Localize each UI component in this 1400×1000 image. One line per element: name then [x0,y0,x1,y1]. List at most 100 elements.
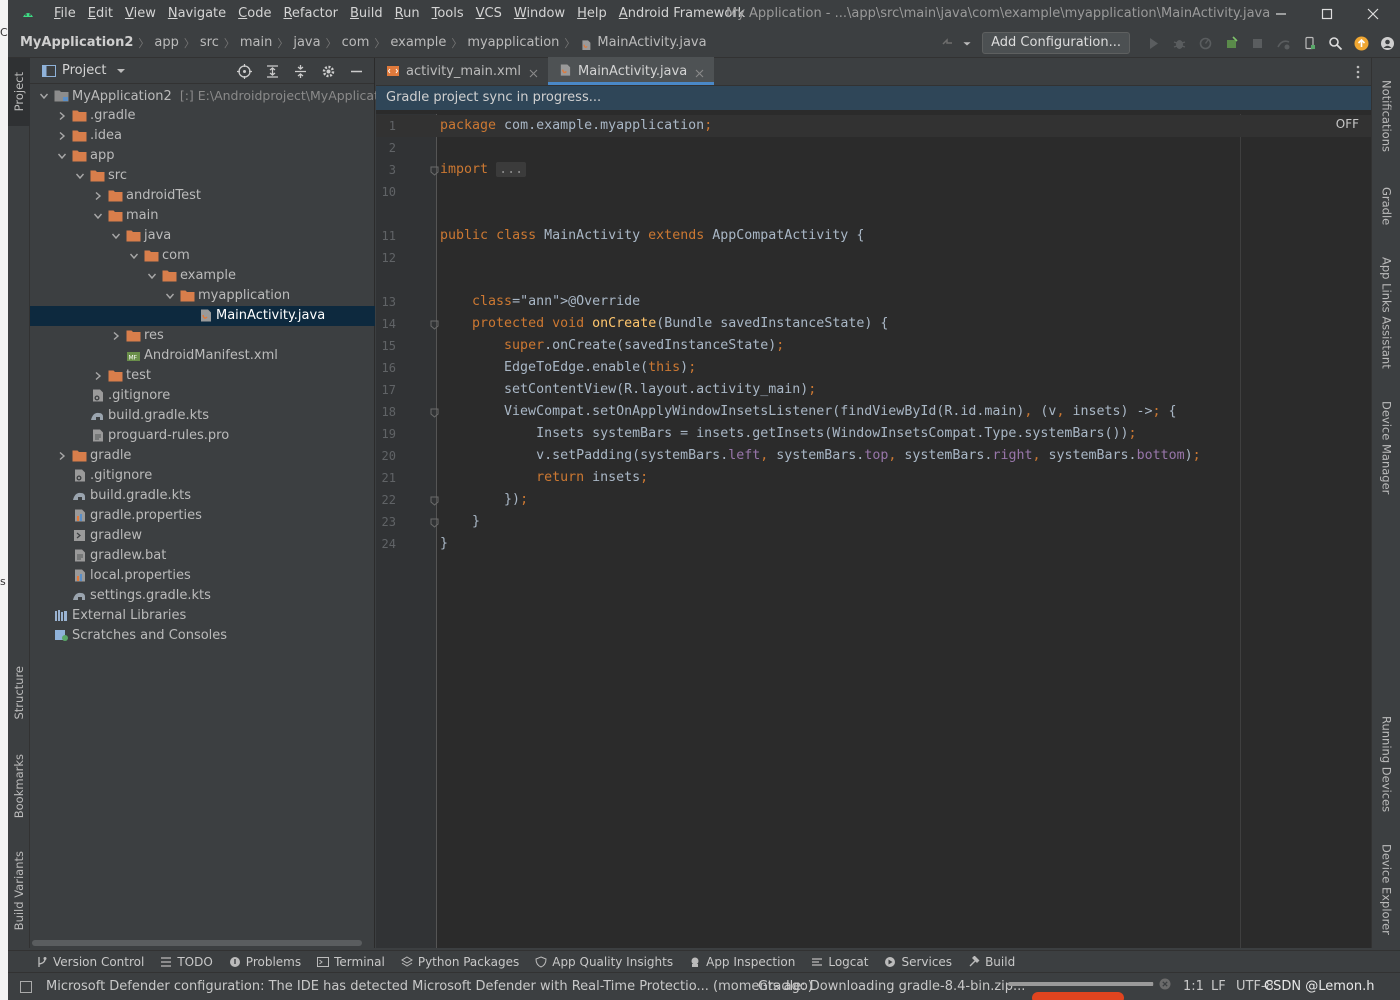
chevron-right-icon[interactable] [56,110,68,122]
background-task-label[interactable]: Gradle: Downloading gradle-8.4-bin.zip..… [758,979,1025,994]
add-configuration-button[interactable]: Add Configuration... [982,32,1130,54]
maximize-button[interactable] [1304,0,1350,28]
code-line[interactable]: 15 super.onCreate(savedInstanceState); [376,335,1371,357]
menu-vcs[interactable]: VCS [470,0,508,28]
chevron-down-icon[interactable] [92,210,104,222]
tree-row[interactable]: MF AndroidManifest.xml [30,346,375,366]
tree-row[interactable]: gradlew [30,526,375,546]
tree-row[interactable]: java [30,226,375,246]
code-line[interactable]: 16 EdgeToEdge.enable(this); [376,357,1371,379]
notifications-tool-tab[interactable]: Notifications [1372,66,1400,166]
fold-marker-icon[interactable] [430,319,439,330]
code-line[interactable]: 19 Insets systemBars = insets.getInsets(… [376,423,1371,445]
tree-row[interactable]: .idea [30,126,375,146]
code-line[interactable]: 2 [376,137,1371,159]
breadcrumb-item[interactable]: example [390,35,446,50]
tool-python-packages[interactable]: Python Packages [400,955,519,969]
device-manager-tool-tab[interactable]: Device Manager [1372,393,1400,503]
menu-edit[interactable]: Edit [82,0,119,28]
code-line[interactable]: 13 class="ann">@Override [376,291,1371,313]
breadcrumb-item[interactable]: java [293,35,320,50]
device-manager-icon[interactable] [1297,31,1321,55]
tree-row[interactable]: src [30,166,375,186]
breadcrumb-item[interactable]: MainActivity.java [597,35,706,50]
close-window-button[interactable] [1350,0,1396,28]
tree-row[interactable]: com [30,246,375,266]
project-view-selector[interactable]: Project [62,63,106,78]
tool-todo[interactable]: TODO [160,955,213,969]
menu-navigate[interactable]: Navigate [162,0,232,28]
gear-icon[interactable] [315,59,341,83]
line-separator[interactable]: LF [1211,979,1226,994]
tree-row[interactable]: MainActivity.java [30,306,375,326]
inlay-hints-toggle[interactable]: OFF [1336,117,1359,131]
select-opened-file-icon[interactable] [231,59,257,83]
chevron-right-icon[interactable] [110,330,122,342]
more-options-icon[interactable] [1353,64,1363,80]
structure-tool-tab[interactable]: Structure [8,658,30,728]
chevron-down-icon[interactable] [56,150,68,162]
code-line[interactable]: 12 [376,247,1371,269]
menu-refactor[interactable]: Refactor [277,0,344,28]
app-links-assistant-tool-tab[interactable]: App Links Assistant [1372,250,1400,375]
code-line[interactable]: 24} [376,533,1371,555]
code-line[interactable]: 23 } [376,511,1371,533]
stop-icon[interactable] [1245,31,1269,55]
tree-row[interactable]: main [30,206,375,226]
tree-row[interactable]: External Libraries [30,606,375,626]
bookmarks-tool-tab[interactable]: Bookmarks [8,746,30,826]
hide-panel-icon[interactable] [343,59,369,83]
tree-row[interactable]: res [30,326,375,346]
tree-row[interactable]: .gitignore [30,386,375,406]
tool-windows-toggle-icon[interactable] [20,980,32,993]
device-explorer-tool-tab[interactable]: Device Explorer [1372,838,1400,940]
menu-view[interactable]: View [119,0,162,28]
tree-row[interactable]: MyApplication2 [:] E:\Androidproject\MyAp… [30,86,398,106]
chevron-down-icon[interactable] [961,31,973,55]
fold-marker-icon[interactable] [430,517,439,528]
code-line[interactable]: 14 protected void onCreate(Bundle savedI… [376,313,1371,335]
code-editor[interactable]: 1 package com.example.myapplication; 2 3 imp… [376,114,1371,948]
chevron-right-icon[interactable] [92,370,104,382]
tree-row[interactable]: local.properties [30,566,375,586]
chevron-down-icon[interactable] [110,230,122,242]
editor-tab[interactable]: activity_main.xml [376,57,548,85]
tree-row[interactable]: settings.gradle.kts [30,586,375,606]
gradle-tool-tab[interactable]: Gradle [1372,176,1400,236]
apply-changes-icon[interactable] [1219,31,1243,55]
caret-position[interactable]: 1:1 [1183,979,1204,994]
tool-version-control[interactable]: Version Control [36,955,144,969]
update-available-icon[interactable] [1349,31,1373,55]
profile-icon[interactable] [1193,31,1217,55]
code-line[interactable] [376,269,1371,291]
run-icon[interactable] [1141,31,1165,55]
account-icon[interactable] [1375,31,1399,55]
tool-problems[interactable]: Problems [229,955,301,969]
expand-all-icon[interactable] [259,59,285,83]
chevron-down-icon[interactable] [164,290,176,302]
breadcrumb-item[interactable]: MyApplication2 [20,35,133,50]
build-variants-tool-tab[interactable]: Build Variants [8,843,30,938]
menu-run[interactable]: Run [389,0,426,28]
breadcrumb-item[interactable]: com [342,35,370,50]
debug-icon[interactable] [1167,31,1191,55]
chevron-right-icon[interactable] [56,130,68,142]
tool-terminal[interactable]: Terminal [317,955,385,969]
menu-build[interactable]: Build [344,0,389,28]
editor-tab[interactable]: MainActivity.java [548,57,715,85]
collapse-all-icon[interactable] [287,59,313,83]
code-line[interactable]: 10 [376,181,1371,203]
menu-file[interactable]: File [48,0,82,28]
tree-row[interactable]: test [30,366,375,386]
project-tool-tab[interactable]: Project [8,58,30,126]
breadcrumb-item[interactable]: app [154,35,178,50]
tree-row[interactable]: .gitignore [30,466,375,486]
menu-help[interactable]: Help [571,0,613,28]
tool-services[interactable]: Services [884,955,952,969]
tree-row[interactable]: Scratches and Consoles [30,626,375,646]
tree-row[interactable]: proguard-rules.pro [30,426,375,446]
fold-marker-icon[interactable] [430,407,439,418]
code-line[interactable]: 22 }); [376,489,1371,511]
code-line[interactable] [376,203,1371,225]
chevron-down-icon[interactable] [128,250,140,262]
